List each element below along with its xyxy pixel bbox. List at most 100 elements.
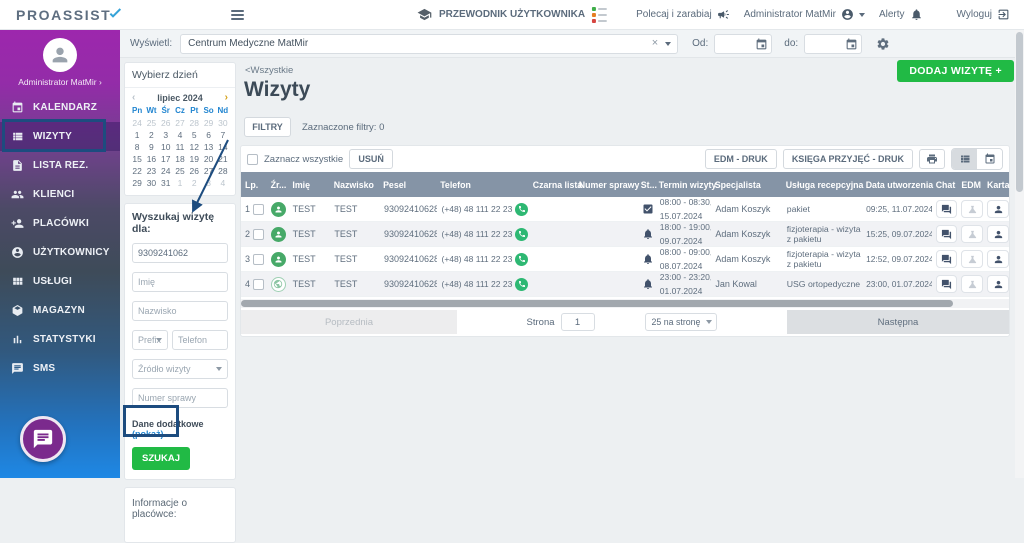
case-number-input[interactable] bbox=[132, 388, 228, 408]
horizontal-scrollbar-thumb[interactable] bbox=[241, 300, 953, 307]
calendar-day[interactable]: 11 bbox=[173, 142, 187, 153]
calendar-day[interactable]: 6 bbox=[201, 130, 215, 141]
table-row[interactable]: 3 TEST TEST 93092410628 (+48) 48 111 22 … bbox=[241, 247, 1009, 272]
calendar-day[interactable]: 4 bbox=[173, 130, 187, 141]
breadcrumb[interactable]: <Wszystkie bbox=[245, 65, 293, 76]
calendar-day[interactable]: 26 bbox=[159, 118, 173, 129]
row-checkbox[interactable] bbox=[253, 278, 265, 290]
menu-toggle-icon[interactable] bbox=[231, 9, 245, 20]
date-to-input[interactable] bbox=[804, 33, 863, 54]
calendar-day[interactable]: 28 bbox=[187, 118, 201, 129]
list-view-toggle[interactable] bbox=[952, 149, 977, 169]
phone-input[interactable] bbox=[172, 330, 228, 350]
filters-button[interactable]: FILTRY bbox=[244, 117, 291, 137]
edm-print-button[interactable]: EDM - DRUK bbox=[704, 149, 777, 169]
user-guide-link[interactable]: PRZEWODNIK UŻYTKOWNIKA bbox=[439, 9, 585, 20]
calendar-day[interactable]: 25 bbox=[144, 118, 158, 129]
calendar-icon[interactable] bbox=[845, 38, 858, 51]
calendar-day[interactable]: 12 bbox=[187, 142, 201, 153]
calendar-day[interactable]: 19 bbox=[187, 154, 201, 165]
edm-button[interactable] bbox=[961, 250, 984, 268]
chevron-down-icon[interactable] bbox=[665, 41, 672, 46]
calendar-day[interactable]: 3 bbox=[201, 178, 215, 189]
sidebar-item-lista-rez[interactable]: LISTA REZ. bbox=[0, 151, 120, 180]
delete-button[interactable]: USUŃ bbox=[349, 149, 394, 169]
calendar-day[interactable]: 30 bbox=[216, 118, 230, 129]
calendar-day[interactable]: 24 bbox=[159, 166, 173, 177]
calendar-day[interactable]: 8 bbox=[130, 142, 144, 153]
calendar-day[interactable]: 28 bbox=[216, 166, 230, 177]
calendar-day[interactable]: 23 bbox=[144, 166, 158, 177]
calendar-day[interactable]: 1 bbox=[130, 130, 144, 141]
sidebar-item-uzytkownicy[interactable]: UŻYTKOWNICY bbox=[0, 238, 120, 267]
page-number-input[interactable] bbox=[560, 313, 595, 331]
select-all-checkbox[interactable] bbox=[247, 153, 258, 165]
calendar-day[interactable]: 4 bbox=[216, 178, 230, 189]
calendar-day[interactable]: 20 bbox=[201, 154, 215, 165]
calendar-day[interactable]: 5 bbox=[187, 130, 201, 141]
calendar-day[interactable]: 29 bbox=[130, 178, 144, 189]
table-row[interactable]: 2 TEST TEST 93092410628 (+48) 48 111 22 … bbox=[241, 222, 1009, 247]
visit-source-select[interactable]: Źródło wizyty bbox=[132, 359, 228, 379]
chat-button[interactable] bbox=[935, 200, 958, 218]
chat-button[interactable] bbox=[935, 275, 958, 293]
edm-button[interactable] bbox=[961, 275, 984, 293]
logout-link[interactable]: Wyloguj bbox=[957, 8, 1010, 21]
calendar-day[interactable]: 1 bbox=[173, 178, 187, 189]
prefix-select[interactable]: Prefix bbox=[132, 330, 168, 350]
calendar-prev-icon[interactable]: ‹ bbox=[132, 92, 135, 103]
vertical-scrollbar-thumb[interactable] bbox=[1016, 32, 1023, 192]
calendar-day[interactable]: 2 bbox=[187, 178, 201, 189]
calendar-day[interactable]: 15 bbox=[130, 154, 144, 165]
calendar-day[interactable]: 24 bbox=[130, 118, 144, 129]
calendar-day[interactable]: 27 bbox=[201, 166, 215, 177]
row-checkbox[interactable] bbox=[253, 203, 265, 215]
first-name-input[interactable] bbox=[132, 272, 228, 292]
row-checkbox[interactable] bbox=[253, 228, 265, 240]
last-name-input[interactable] bbox=[132, 301, 228, 321]
calendar-day[interactable]: 29 bbox=[201, 118, 215, 129]
admissions-book-print-button[interactable]: KSIĘGA PRZYJĘĆ - DRUK bbox=[782, 149, 913, 169]
calendar-day[interactable]: 3 bbox=[159, 130, 173, 141]
calendar-day[interactable]: 13 bbox=[201, 142, 215, 153]
prev-page-button[interactable]: Poprzednia bbox=[241, 310, 457, 334]
sidebar-item-kalendarz[interactable]: KALENDARZ bbox=[0, 93, 120, 122]
calendar-day[interactable]: 17 bbox=[159, 154, 173, 165]
sidebar-item-wizyty[interactable]: WIZYTY bbox=[0, 122, 120, 151]
calendar-day[interactable]: 22 bbox=[130, 166, 144, 177]
phone-icon[interactable] bbox=[515, 202, 529, 216]
calendar-day[interactable]: 30 bbox=[144, 178, 158, 189]
calendar-day[interactable]: 2 bbox=[144, 130, 158, 141]
sidebar-item-sms[interactable]: SMS bbox=[0, 354, 120, 383]
settings-gear-icon[interactable] bbox=[876, 37, 890, 51]
phone-icon[interactable] bbox=[515, 252, 529, 266]
user-menu[interactable]: Administrator MatMir bbox=[744, 8, 865, 21]
calendar-day[interactable]: 31 bbox=[159, 178, 173, 189]
chat-button[interactable] bbox=[935, 250, 958, 268]
pesel-input[interactable] bbox=[132, 243, 228, 263]
calendar-day[interactable]: 16 bbox=[144, 154, 158, 165]
calendar-day[interactable]: 7 bbox=[216, 130, 230, 141]
calendar-day[interactable]: 10 bbox=[159, 142, 173, 153]
patient-card-button[interactable] bbox=[987, 275, 1009, 293]
search-button[interactable]: SZUKAJ bbox=[132, 447, 191, 470]
patient-card-button[interactable] bbox=[987, 250, 1009, 268]
calendar-day[interactable]: 27 bbox=[173, 118, 187, 129]
patient-card-button[interactable] bbox=[987, 200, 1009, 218]
print-button[interactable] bbox=[919, 149, 945, 169]
sidebar-item-statystyki[interactable]: STATYSTYKI bbox=[0, 325, 120, 354]
calendar-day[interactable]: 26 bbox=[187, 166, 201, 177]
date-from-input[interactable] bbox=[714, 33, 773, 54]
horizontal-scrollbar[interactable] bbox=[241, 299, 1009, 308]
calendar-day[interactable]: 25 bbox=[173, 166, 187, 177]
clear-icon[interactable]: × bbox=[652, 37, 658, 49]
patient-card-button[interactable] bbox=[987, 225, 1009, 243]
sidebar-user[interactable]: Administrator MatMir › bbox=[0, 30, 120, 93]
show-extra-data-link[interactable]: (pokaż) bbox=[132, 429, 164, 439]
support-chat-widget[interactable] bbox=[20, 416, 66, 462]
edm-button[interactable] bbox=[961, 200, 984, 218]
facility-input[interactable] bbox=[180, 33, 679, 54]
edm-button[interactable] bbox=[961, 225, 984, 243]
next-page-button[interactable]: Następna bbox=[787, 310, 1009, 334]
sidebar-item-klienci[interactable]: KLIENCI bbox=[0, 180, 120, 209]
